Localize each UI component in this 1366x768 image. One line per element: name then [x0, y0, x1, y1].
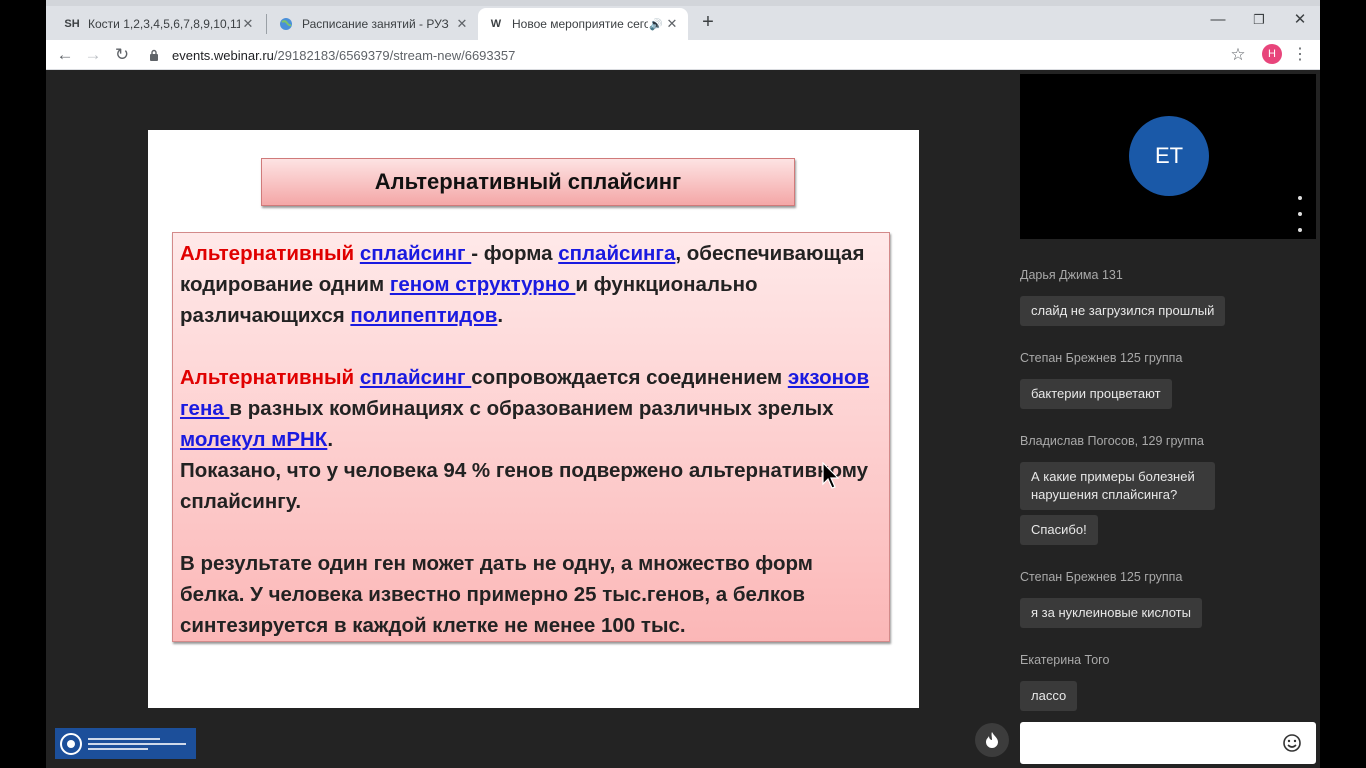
reaction-fire-button[interactable]	[975, 723, 1009, 757]
chat-message: лассо	[1020, 681, 1078, 711]
speaker-icon: 🔊	[649, 18, 663, 31]
globe-icon	[278, 16, 294, 32]
close-tab-icon[interactable]: ✕	[240, 16, 256, 32]
university-logo	[55, 728, 196, 759]
slide-paragraph: Альтернативный сплайсинг - форма сплайси…	[180, 242, 865, 327]
minimize-button[interactable]: —	[1198, 8, 1238, 32]
tab-title: Кости 1,2,3,4,5,6,7,8,9,10,11,12 сс	[88, 17, 240, 31]
close-tab-icon[interactable]: ✕	[454, 16, 470, 32]
webcam-panel: ЕТ	[1020, 74, 1316, 239]
close-tab-icon[interactable]: ✕	[664, 16, 680, 32]
emoji-icon[interactable]	[1282, 733, 1302, 753]
chat-message: А какие примеры болезней нарушения сплай…	[1020, 462, 1215, 510]
presentation-slide: Альтернативный сплайсинг Альтернативный …	[148, 130, 919, 708]
tab-title: Расписание занятий - РУЗ	[302, 17, 449, 31]
url-field[interactable]: events.webinar.ru/29182183/6569379/strea…	[148, 44, 515, 66]
url-path: /29182183/6569379/stream-new/6693357	[273, 47, 516, 63]
chat-message: слайд не загрузился прошлый	[1020, 296, 1226, 326]
chat-input[interactable]	[1020, 722, 1316, 764]
tab-bar: SH Кости 1,2,3,4,5,6,7,8,9,10,11,12 сс ✕…	[46, 0, 1320, 40]
chat-author: Екатерина Того	[1020, 653, 1110, 667]
video-menu-icon[interactable]	[1296, 196, 1304, 232]
chat-message: я за нуклеиновые кислоты	[1020, 598, 1202, 628]
slide-body: Альтернативный сплайсинг - форма сплайси…	[172, 232, 890, 642]
fire-icon	[986, 732, 998, 748]
speaker-avatar: ЕТ	[1129, 116, 1209, 196]
chat-author: Степан Брежнев 125 группа	[1020, 351, 1183, 365]
forward-button[interactable]: →	[81, 43, 105, 67]
new-tab-button[interactable]: +	[696, 10, 720, 34]
chat-author: Степан Брежнев 125 группа	[1020, 570, 1183, 584]
university-seal-icon	[60, 732, 82, 755]
slide-paragraph: Показано, что у человека 94 % генов подв…	[180, 459, 869, 513]
tab-schedule[interactable]: Расписание занятий - РУЗ ✕	[268, 8, 478, 40]
slide-paragraph: Альтернативный сплайсинг сопровождается …	[180, 366, 870, 451]
tab-webinar[interactable]: W Новое мероприятие сегодня 🔊 ✕	[478, 8, 688, 40]
chat-author: Дарья Джима 131	[1020, 268, 1123, 282]
back-button[interactable]: ←	[53, 43, 77, 67]
chat-author: Владислав Погосов, 129 группа	[1020, 434, 1205, 448]
url-host: events.webinar.ru	[172, 47, 274, 63]
lock-icon	[150, 49, 158, 61]
tab-bones[interactable]: SH Кости 1,2,3,4,5,6,7,8,9,10,11,12 сс ✕	[54, 8, 264, 40]
address-bar: ← → ↻ events.webinar.ru/29182183/6569379…	[46, 40, 1320, 70]
chat-message: бактерии процветают	[1020, 379, 1172, 409]
restore-button[interactable]: ❐	[1239, 8, 1279, 32]
slide-paragraph: В результате один ген может дать не одну…	[180, 552, 813, 637]
profile-avatar[interactable]: Н	[1262, 44, 1282, 64]
chat-message: Спасибо!	[1020, 515, 1098, 545]
mouse-cursor-icon	[822, 462, 840, 489]
reload-button[interactable]: ↻	[110, 43, 134, 67]
slide-title: Альтернативный сплайсинг	[261, 158, 795, 206]
tab-title: Новое мероприятие сегодня	[512, 17, 648, 31]
sh-favicon-icon: SH	[64, 18, 80, 30]
browser-menu-icon[interactable]: ⋮	[1290, 43, 1310, 67]
browser-window: SH Кости 1,2,3,4,5,6,7,8,9,10,11,12 сс ✕…	[46, 0, 1320, 768]
bookmark-star-icon[interactable]: ☆	[1226, 43, 1250, 67]
close-window-button[interactable]: ✕	[1280, 8, 1320, 32]
webinar-favicon-icon: W	[490, 18, 502, 30]
